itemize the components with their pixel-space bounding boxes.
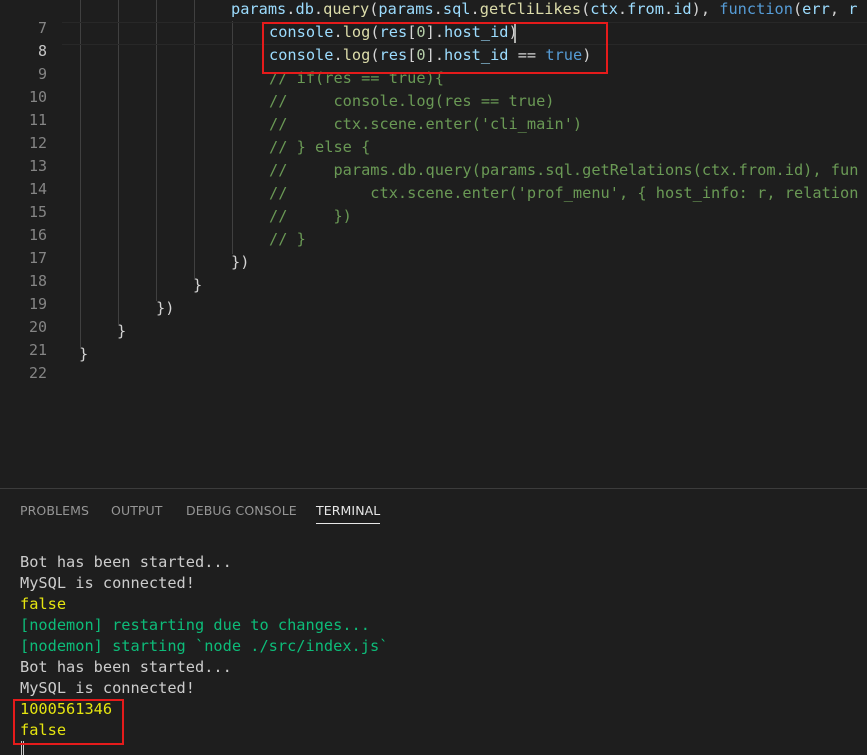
annotation-box-terminal — [13, 699, 124, 745]
token: . — [663, 0, 674, 18]
token: params — [378, 0, 434, 18]
tab-output[interactable]: OUTPUT — [111, 503, 163, 523]
terminal-line: false — [20, 595, 67, 613]
token: getCliLikes — [479, 0, 582, 18]
token: , — [829, 0, 849, 18]
line-code[interactable]: } — [79, 343, 88, 366]
line-code[interactable]: params.db.query(params.sql.getCliLikes(c… — [231, 0, 857, 21]
tab-debug-console[interactable]: DEBUG CONSOLE — [186, 503, 297, 523]
token: r — [848, 0, 858, 18]
token: db — [295, 0, 314, 18]
line-code[interactable]: // } else { — [269, 136, 370, 159]
code-line-15[interactable]: 15 // ctx.scene.enter('prof_menu', { hos… — [0, 182, 867, 221]
code-line-22[interactable]: 22 } — [0, 343, 867, 382]
code-line-19[interactable]: 19 } — [0, 274, 867, 313]
token: . — [470, 0, 480, 18]
code-line-17[interactable]: 17 // } — [0, 228, 867, 267]
line-code[interactable]: // params.db.query(params.sql.getRelatio… — [269, 159, 858, 182]
annotation-box-code — [262, 22, 608, 74]
code-line-20[interactable]: 20 }) — [0, 297, 867, 336]
line-code[interactable]: } — [117, 320, 126, 343]
terminal-line: MySQL is connected! — [20, 679, 195, 697]
token: id — [673, 0, 692, 18]
terminal-line: Bot has been started... — [20, 553, 232, 571]
line-code[interactable]: // } — [269, 228, 306, 251]
line-code[interactable]: }) — [156, 297, 174, 320]
line-code[interactable]: }) — [231, 251, 249, 274]
code-line-11[interactable]: 11 // console.log(res == true) — [0, 90, 867, 129]
token: ( — [792, 0, 803, 18]
token: err — [802, 0, 830, 18]
token: params — [231, 0, 287, 18]
code-line-13[interactable]: 13 // } else { — [0, 136, 867, 175]
code-line-18[interactable]: 18 }) — [0, 251, 867, 290]
vscode-window: 7 params.db.query(params.sql.getCliLikes… — [0, 0, 867, 755]
token: . — [617, 0, 628, 18]
token: sql — [442, 0, 471, 18]
line-code[interactable]: } — [193, 274, 202, 297]
line-code[interactable]: // ctx.scene.enter('prof_menu', { host_i… — [269, 182, 858, 205]
code-line-12[interactable]: 12 // ctx.scene.enter('cli_main') — [0, 113, 867, 152]
line-code[interactable]: // }) — [269, 205, 352, 228]
token: ), — [691, 0, 720, 18]
code-line-21[interactable]: 21 } — [0, 320, 867, 359]
token: ctx — [590, 0, 618, 18]
token: . — [433, 0, 443, 18]
token: query — [323, 0, 370, 18]
tab-terminal[interactable]: TERMINAL — [316, 503, 381, 524]
token: ( — [581, 0, 591, 18]
token: from — [627, 0, 664, 18]
terminal-line: Bot has been started... — [20, 658, 232, 676]
code-line-14[interactable]: 14 // params.db.query(params.sql.getRela… — [0, 159, 867, 198]
token: function — [719, 0, 793, 18]
line-code[interactable]: // ctx.scene.enter('cli_main') — [269, 113, 582, 136]
terminal-line: MySQL is connected! — [20, 574, 195, 592]
tab-problems[interactable]: PROBLEMS — [20, 503, 89, 523]
terminal-line: [nodemon] starting `node ./src/index.js` — [20, 637, 389, 655]
bottom-panel: PROBLEMS OUTPUT DEBUG CONSOLE TERMINAL B… — [0, 488, 867, 755]
code-editor[interactable]: 7 params.db.query(params.sql.getCliLikes… — [0, 0, 867, 488]
line-code[interactable]: // console.log(res == true) — [269, 90, 555, 113]
line-number: 22 — [28, 364, 47, 382]
token: . — [313, 0, 324, 18]
code-line-16[interactable]: 16 // }) — [0, 205, 867, 244]
code-line-7[interactable]: 7 params.db.query(params.sql.getCliLikes… — [0, 0, 867, 37]
terminal-line: [nodemon] restarting due to changes... — [20, 616, 370, 634]
